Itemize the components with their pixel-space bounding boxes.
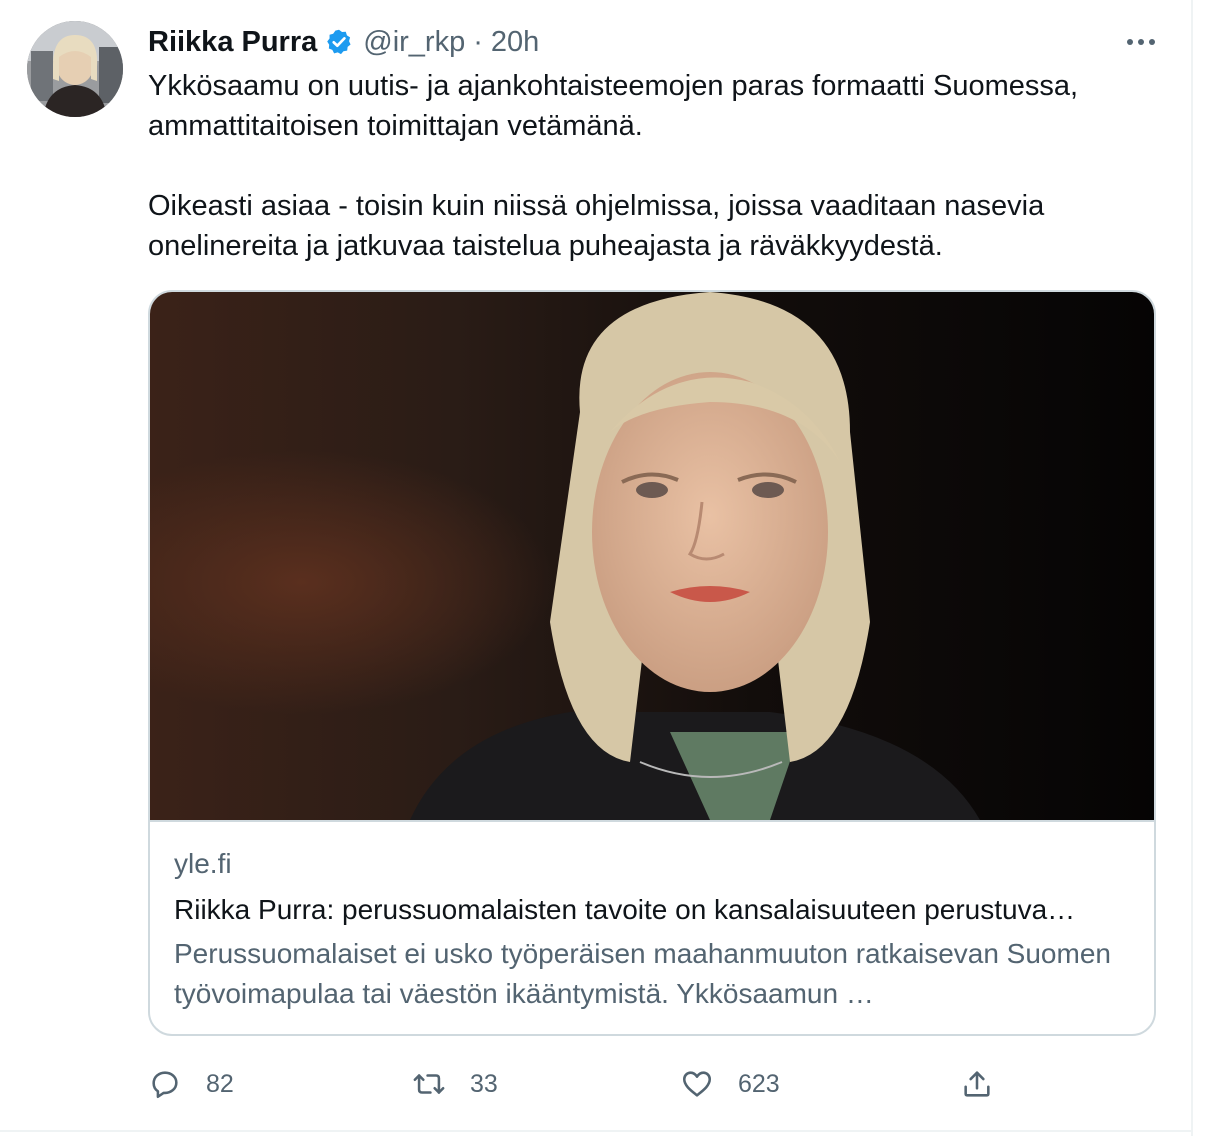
- like-count: 623: [738, 1069, 780, 1098]
- retweet-button[interactable]: 33: [412, 1060, 498, 1108]
- reply-button[interactable]: 82: [148, 1060, 234, 1108]
- timeline-border: [1191, 0, 1193, 1136]
- retweet-icon: [412, 1067, 446, 1101]
- tweet-divider: [0, 1130, 1191, 1132]
- card-image[interactable]: [150, 292, 1154, 822]
- reply-count: 82: [206, 1069, 234, 1098]
- tweet-timestamp[interactable]: 20h: [491, 26, 539, 59]
- author-name[interactable]: Riikka Purra: [148, 26, 317, 59]
- tweet-paragraph: Oikeasti asiaa - toisin kuin niissä ohje…: [148, 190, 1045, 262]
- avatar[interactable]: [27, 21, 123, 117]
- verified-badge-icon: [325, 28, 353, 56]
- more-options-icon[interactable]: [1120, 26, 1164, 58]
- card-description: Perussuomalaiset ei usko työperäisen maa…: [174, 938, 1111, 1009]
- author-handle[interactable]: @ir_rkp: [363, 26, 465, 59]
- tweet-actions: 82 33 623: [148, 1060, 1028, 1108]
- tweet-paragraph: Ykkösaamu on uutis- ja ajankohtaisteemoj…: [148, 70, 1079, 142]
- card-domain: yle.fi: [174, 848, 232, 879]
- tweet-header: Riikka Purra @ir_rkp · 20h: [148, 24, 539, 60]
- card-title: Riikka Purra: perussuomalaisten tavoite …: [174, 894, 1076, 925]
- reply-icon: [148, 1067, 182, 1101]
- meta-separator: ·: [473, 25, 483, 58]
- share-button[interactable]: [960, 1060, 994, 1108]
- like-button[interactable]: 623: [680, 1060, 780, 1108]
- heart-icon: [680, 1067, 714, 1101]
- link-card[interactable]: yle.fi Riikka Purra: perussuomalaisten t…: [148, 290, 1156, 1036]
- retweet-count: 33: [470, 1069, 498, 1098]
- tweet-text: Ykkösaamu on uutis- ja ajankohtaisteemoj…: [148, 66, 1148, 266]
- share-icon: [960, 1067, 994, 1101]
